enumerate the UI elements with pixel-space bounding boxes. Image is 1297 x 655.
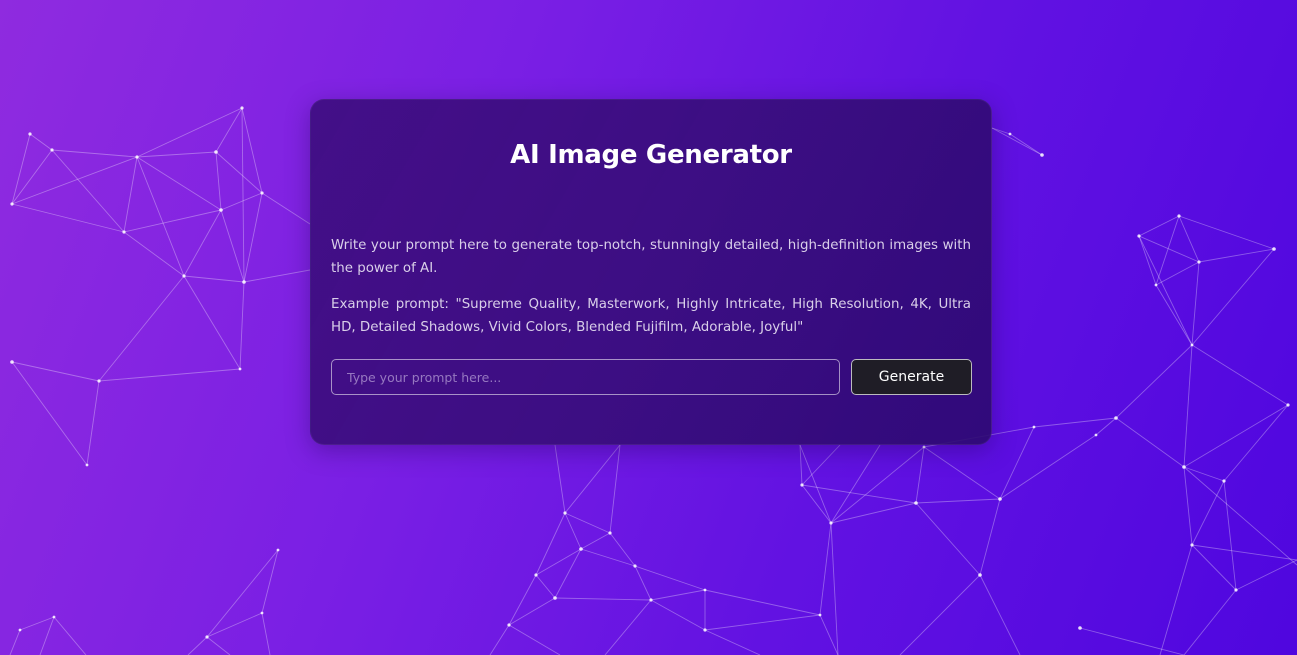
example-prompt-text: Example prompt: "Supreme Quality, Master…	[331, 297, 971, 335]
prompt-input[interactable]	[331, 359, 840, 395]
generator-card: AI Image Generator Write your prompt her…	[310, 99, 992, 445]
page-title: AI Image Generator	[510, 140, 792, 170]
generate-button[interactable]: Generate	[851, 359, 972, 395]
description-text: Write your prompt here to generate top-n…	[331, 238, 971, 276]
